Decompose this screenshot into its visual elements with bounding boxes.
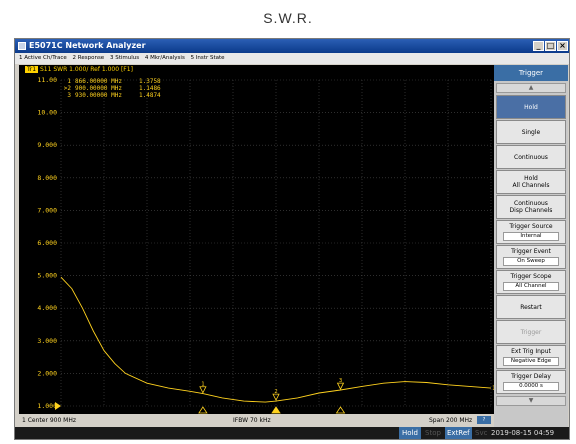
restart-label: Restart <box>520 303 542 311</box>
cont-disp-line2: Disp Channels <box>509 207 553 214</box>
swr-chart: 11.00 10.00 9.000 8.000 7.000 6.000 5.000 4.000… <box>37 76 496 414</box>
menu-mkr-analysis[interactable]: 4 Mkr/Analysis <box>145 55 185 61</box>
softkey-title: Trigger <box>494 65 568 81</box>
trigger-scope-button[interactable]: Trigger Scope All Channel <box>496 270 566 294</box>
y-tick-label: 9.000 <box>37 141 57 149</box>
hold-button[interactable]: Hold <box>496 95 566 119</box>
trigger-scope-value: All Channel <box>503 282 559 291</box>
y-tick-label: 11.00 <box>37 76 57 84</box>
hold-all-channels-button[interactable]: Hold All Channels <box>496 170 566 194</box>
ext-trig-value: Negative Edge <box>503 357 559 366</box>
marker-readout-value: 1.3758 <box>139 78 161 85</box>
clock: 2019-08-15 04:59 <box>491 429 555 437</box>
hold-all-line1: Hold <box>524 175 538 182</box>
span-value[interactable]: Span 200 MHz <box>429 415 472 426</box>
marker-readout-value: 1.4874 <box>139 92 161 99</box>
app-icon <box>18 42 26 50</box>
y-tick-label: 3.000 <box>37 337 57 345</box>
analyzer-window: E5071C Network Analyzer _ □ × 1 Active C… <box>14 38 570 440</box>
y-tick-label: 8.000 <box>37 174 57 182</box>
menu-active-ch-trace[interactable]: 1 Active Ch/Trace <box>19 55 67 61</box>
y-tick-label: 4.000 <box>37 304 57 312</box>
scroll-up-icon[interactable]: ▲ <box>496 83 566 93</box>
title-bar: E5071C Network Analyzer _ □ × <box>15 39 569 53</box>
continuous-disp-channels-button[interactable]: Continuous Disp Channels <box>496 195 566 219</box>
center-frequency[interactable]: 1 Center 900 MHz <box>22 415 76 426</box>
menu-response[interactable]: 2 Response <box>73 55 105 61</box>
trace-header: Tr1 S11 SWR 1.000/ Ref 1.000 [F1] <box>19 65 497 74</box>
help-icon[interactable]: ? <box>477 416 491 424</box>
trigger-button[interactable]: Trigger <box>496 320 566 344</box>
svc-status: Svc <box>475 429 488 437</box>
restart-button[interactable]: Restart <box>496 295 566 319</box>
trace-header-text: S11 SWR 1.000/ Ref 1.000 [F1] <box>40 66 133 73</box>
trigger-delay-button[interactable]: Trigger Delay 0.0000 s <box>496 370 566 394</box>
marker-1-stimulus <box>198 406 208 414</box>
continuous-button[interactable]: Continuous <box>496 145 566 169</box>
window-title: E5071C Network Analyzer <box>29 41 146 50</box>
marker-readout-freq: 930.00000 MHz <box>75 92 122 99</box>
trigger-source-button[interactable]: Trigger Source Internal <box>496 220 566 244</box>
trigger-delay-value: 0.0000 s <box>503 382 559 391</box>
extref-status: ExtRef <box>445 427 472 439</box>
hold-all-line2: All Channels <box>512 182 550 189</box>
y-tick-label: 1.000 <box>37 402 57 410</box>
menu-bar: 1 Active Ch/Trace 2 Response 3 Stimulus … <box>15 53 569 64</box>
marker-label: 2 <box>274 389 277 395</box>
ifbw-value[interactable]: IFBW 70 kHz <box>233 415 271 426</box>
marker-readout-id: 3 <box>67 92 71 99</box>
stimulus-bar: 1 Center 900 MHz IFBW 70 kHz Span 200 MH… <box>19 415 497 426</box>
page-caption: S.W.R. <box>263 10 313 26</box>
trigger-source-value: Internal <box>503 232 559 241</box>
cont-disp-line1: Continuous <box>514 200 548 207</box>
marker-3-stimulus <box>335 406 346 414</box>
marker-readout-id: >2 <box>64 85 72 92</box>
stop-status: Stop <box>425 429 441 437</box>
trigger-delay-label: Trigger Delay <box>511 373 551 380</box>
menu-stimulus[interactable]: 3 Stimulus <box>110 55 139 61</box>
hold-status: Hold <box>399 427 421 439</box>
minimize-icon[interactable]: _ <box>533 41 544 51</box>
trigger-scope-label: Trigger Scope <box>510 273 552 280</box>
ext-trig-input-button[interactable]: Ext Trig Input Negative Edge <box>496 345 566 369</box>
y-tick-label: 7.000 <box>37 206 57 214</box>
ext-trig-label: Ext Trig Input <box>511 348 551 355</box>
single-label: Single <box>521 128 541 136</box>
marker-2-stimulus <box>271 406 281 414</box>
single-button[interactable]: Single <box>496 120 566 144</box>
marker-label: 1 <box>201 382 204 388</box>
menu-instr-state[interactable]: 5 Instr State <box>191 55 225 61</box>
maximize-icon[interactable]: □ <box>545 41 556 51</box>
close-icon[interactable]: × <box>557 41 568 51</box>
y-tick-label: 2.000 <box>37 369 57 377</box>
ref-level-arrow <box>55 402 61 410</box>
hold-label: Hold <box>524 103 538 111</box>
marker-readout-freq: 900.00000 MHz <box>75 85 122 92</box>
marker-readout-value: 1.1486 <box>139 85 161 92</box>
trace-tag[interactable]: Tr1 <box>25 66 39 73</box>
trigger-event-label: Trigger Event <box>511 248 551 255</box>
continuous-label: Continuous <box>514 153 548 161</box>
plot-area[interactable]: Tr1 S11 SWR 1.000/ Ref 1.000 [F1] 11.00 1… <box>19 65 497 414</box>
scroll-down-icon[interactable]: ▼ <box>496 396 566 406</box>
marker-label: 3 <box>339 378 342 384</box>
y-tick-label: 6.000 <box>37 239 57 247</box>
marker-readout-id: 1 <box>67 78 71 85</box>
y-tick-label: 10.00 <box>37 109 57 117</box>
trigger-label: Trigger <box>520 328 542 336</box>
trigger-event-button[interactable]: Trigger Event On Sweep <box>496 245 566 269</box>
y-tick-label: 5.000 <box>37 272 57 280</box>
status-line: Hold Stop ExtRef Svc 2019-08-15 04:59 <box>15 427 569 439</box>
marker-readout-freq: 866.00000 MHz <box>75 78 122 85</box>
softkey-panel: Trigger ▲ Hold Single Continuous Hold Al… <box>494 65 568 427</box>
trigger-source-label: Trigger Source <box>509 223 553 230</box>
trigger-event-value: On Sweep <box>503 257 559 266</box>
